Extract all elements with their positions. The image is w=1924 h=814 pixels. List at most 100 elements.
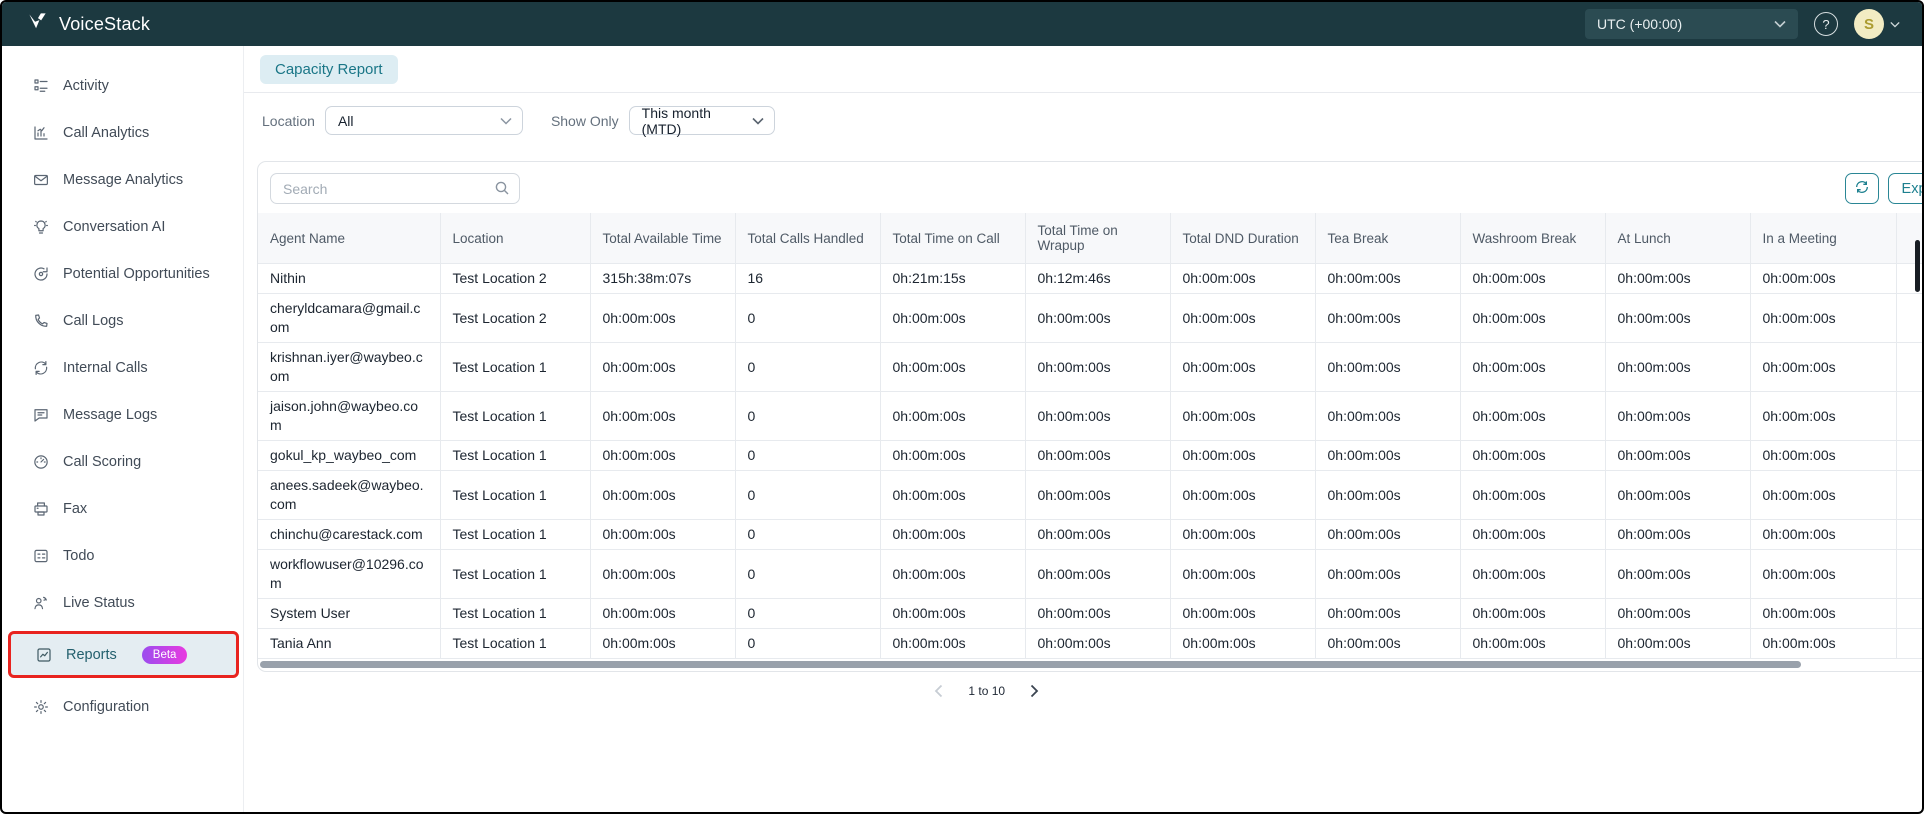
table-cell: 0h:00m:00s xyxy=(1460,391,1606,441)
table-cell: Test Location 1 xyxy=(440,598,591,629)
table-cell: 0h:00m:00s xyxy=(1025,391,1171,441)
sidebar-item-activity[interactable]: Activity xyxy=(2,62,243,109)
table-cell: 0h:00m:00s xyxy=(1460,293,1606,343)
search-input[interactable] xyxy=(270,173,520,204)
sidebar-item-todo[interactable]: Todo xyxy=(2,532,243,579)
horizontal-scrollbar-thumb[interactable] xyxy=(260,661,1801,668)
agent-name-cell: chinchu@carestack.com xyxy=(258,519,441,550)
sidebar-item-call-analytics[interactable]: Call Analytics xyxy=(2,109,243,156)
table-cell: 0h:00m:00s xyxy=(1605,470,1751,520)
table-cell: 0h:00m:00s xyxy=(1170,519,1316,550)
chevron-down-icon xyxy=(752,117,764,125)
filters-row: Location All Show Only This month (MTD) xyxy=(244,93,1922,147)
table-cell: 0h:00m:00s xyxy=(1460,263,1606,294)
next-page-button[interactable] xyxy=(1027,682,1042,700)
table-cell: 0h:00m:00s xyxy=(880,342,1026,392)
pagination: 1 to 10 xyxy=(244,682,1922,700)
prev-page-button[interactable] xyxy=(931,682,946,700)
table-cell: 0h:00m:00s xyxy=(1315,519,1461,550)
export-csv-button[interactable]: Export CSV xyxy=(1887,173,1922,204)
table-cell: 0h:00m:00s xyxy=(1025,342,1171,392)
table-row: cheryldcamara@gmail.com Test Location 2 0h… xyxy=(258,293,1922,343)
refresh-button[interactable] xyxy=(1844,173,1879,204)
activity-icon xyxy=(32,77,50,95)
table-cell: 0h:00m:00s xyxy=(1170,293,1316,343)
table-cell: 0h:00m:00s xyxy=(1025,470,1171,520)
brand-name: VoiceStack xyxy=(59,13,151,34)
sidebar-item-label: Reports xyxy=(66,646,117,663)
sidebar-item-message-analytics[interactable]: Message Analytics xyxy=(2,156,243,203)
table-cell: 0h:00m:00s xyxy=(590,470,736,520)
sidebar-item-configuration[interactable]: Configuration xyxy=(2,683,243,730)
vertical-scrollbar-thumb[interactable] xyxy=(1915,240,1920,292)
chevron-down-icon xyxy=(500,117,512,125)
table-cell: 0h:00m:00s xyxy=(1605,342,1751,392)
table-cell: 0h:00m:00s xyxy=(1750,470,1897,520)
table-cell: 16 xyxy=(735,263,881,294)
table-cell: 0h:00m:00s xyxy=(1750,628,1897,659)
table-cell: 0h:00m:00s xyxy=(590,293,736,343)
table-cell: 0h:00m:00s xyxy=(1605,440,1751,471)
sidebar-item-potential-opportunities[interactable]: Potential Opportunities xyxy=(2,250,243,297)
main-content: Capacity Report Location All Show Only T… xyxy=(244,46,1922,812)
sidebar-item-call-logs[interactable]: Call Logs xyxy=(2,297,243,344)
table-cell xyxy=(1896,293,1922,343)
table-row: Tania Ann Test Location 1 0h:00m:00s 0 0h:00… xyxy=(258,628,1922,659)
sidebar-item-conversation-ai[interactable]: Conversation AI xyxy=(2,203,243,250)
sidebar-item-reports[interactable]: Reports Beta xyxy=(8,631,239,678)
location-filter-label: Location xyxy=(262,112,315,129)
sidebar: Activity Call Analytics Message Analytics C… xyxy=(2,46,244,812)
table-cell: Test Location 2 xyxy=(440,293,591,343)
report-table-card: Export CSV Columns Agent NameLocationTot… xyxy=(257,161,1922,672)
table-cell: 0h:00m:00s xyxy=(1605,263,1751,294)
sidebar-item-live-status[interactable]: Live Status xyxy=(2,579,243,626)
location-select[interactable]: All xyxy=(324,106,523,135)
table-cell xyxy=(1896,391,1922,441)
user-menu[interactable]: S xyxy=(1854,9,1900,39)
show-only-select[interactable]: This month (MTD) xyxy=(628,105,775,137)
table-cell: 0h:00m:00s xyxy=(1605,519,1751,550)
table-row: gokul_kp_waybeo_com Test Location 1 0h:00m… xyxy=(258,440,1922,471)
table-cell: 0h:00m:00s xyxy=(1750,342,1897,392)
agent-name-cell: krishnan.iyer@waybeo.com xyxy=(258,342,441,392)
table-cell: 0h:00m:00s xyxy=(1025,598,1171,629)
timezone-select[interactable]: UTC (+00:00) xyxy=(1585,9,1798,39)
tabs-row: Capacity Report xyxy=(244,46,1922,93)
table-cell xyxy=(1896,519,1922,550)
table-cell: Test Location 1 xyxy=(440,470,591,520)
table-cell: 0h:00m:00s xyxy=(1605,293,1751,343)
sidebar-item-fax[interactable]: Fax xyxy=(2,485,243,532)
voicestack-logo-icon xyxy=(26,10,49,38)
table-cell: 0h:00m:00s xyxy=(1315,263,1461,294)
agent-name-cell: workflowuser@10296.com xyxy=(258,549,441,599)
reports-icon xyxy=(35,646,53,664)
sidebar-item-label: Configuration xyxy=(63,698,150,715)
column-header-in-a-meeting: In a Meeting xyxy=(1750,213,1897,264)
table-cell: Test Location 1 xyxy=(440,519,591,550)
table-cell: 0 xyxy=(735,549,881,599)
table-cell: 0h:00m:00s xyxy=(1025,628,1171,659)
sidebar-item-call-scoring[interactable]: Call Scoring xyxy=(2,438,243,485)
table-cell: 0h:00m:00s xyxy=(880,440,1026,471)
table-cell: 0h:00m:00s xyxy=(1170,342,1316,392)
table-cell: 0h:12m:46s xyxy=(1025,263,1171,294)
show-only-filter-label: Show Only xyxy=(550,112,619,129)
table-cell: Test Location 2 xyxy=(440,263,591,294)
table-cell: 0 xyxy=(735,628,881,659)
table-cell: 0h:00m:00s xyxy=(590,342,736,392)
table-cell: 0h:00m:00s xyxy=(1025,519,1171,550)
table-row: Nithin Test Location 2 315h:38m:07s 16 0h:21… xyxy=(258,263,1922,294)
table-row: chinchu@carestack.com Test Location 1 0h:0… xyxy=(258,519,1922,550)
table-cell: 0 xyxy=(735,342,881,392)
agent-name-cell: jaison.john@waybeo.com xyxy=(258,391,441,441)
sidebar-item-internal-calls[interactable]: Internal Calls xyxy=(2,344,243,391)
sidebar-item-label: Internal Calls xyxy=(63,359,148,376)
table-cell: 0h:00m:00s xyxy=(1315,598,1461,629)
sidebar-item-message-logs[interactable]: Message Logs xyxy=(2,391,243,438)
tab-capacity-report[interactable]: Capacity Report xyxy=(260,55,398,84)
horizontal-scrollbar xyxy=(260,660,1922,669)
table-cell: 0h:21m:15s xyxy=(880,263,1026,294)
help-button[interactable]: ? xyxy=(1814,12,1838,36)
table-cell: 0h:00m:00s xyxy=(1750,519,1897,550)
call-scoring-icon xyxy=(32,453,50,471)
